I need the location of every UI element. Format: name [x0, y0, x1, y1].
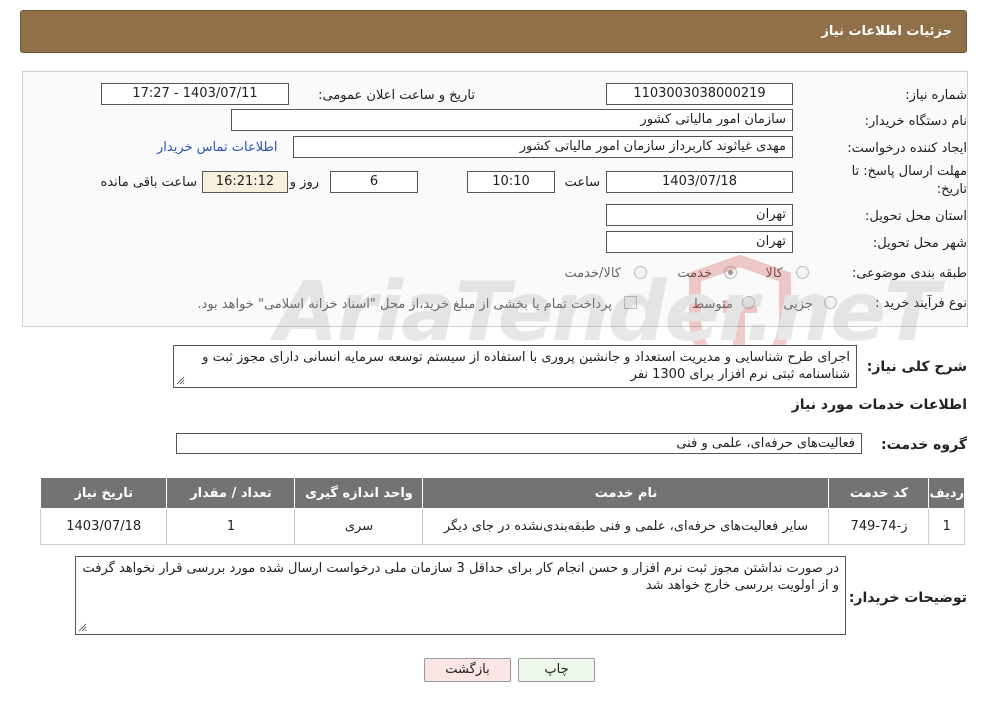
services-section-title: اطلاعات خدمات مورد نیاز: [791, 397, 967, 413]
cell-unit: سری: [294, 508, 424, 545]
page-title: جزئیات اطلاعات نیاز: [821, 24, 952, 39]
treasury-payment-checkbox[interactable]: [624, 296, 637, 309]
buyer-label: نام دستگاه خریدار:: [864, 114, 967, 129]
service-group-label: گروه خدمت:: [881, 437, 967, 453]
deadline-label: مهلت ارسال پاسخ: تا: [851, 164, 967, 179]
remaining-time-label: ساعت باقی مانده: [100, 175, 197, 190]
process-label: نوع فرآیند خرید :: [875, 296, 967, 311]
col-header-need-date: تاریخ نیاز: [39, 477, 168, 509]
services-table: ردیف کد خدمت نام خدمت واحد اندازه گیری ت…: [39, 477, 965, 545]
deadline-date-field: 1403/07/18: [606, 171, 793, 193]
category-radio-goods[interactable]: [796, 266, 809, 279]
creator-label: ایجاد کننده درخواست:: [847, 141, 967, 156]
buyer-notes-text: در صورت نداشتن مجوز ثبت نرم افزار و حسن …: [82, 561, 839, 593]
cell-service-name: سایر فعالیت‌های حرفه‌ای، علمی و فنی طبقه…: [422, 508, 830, 545]
process-radio-minor[interactable]: [824, 296, 837, 309]
description-textarea: اجرای طرح شناسایی و مدیریت استعداد و جان…: [173, 345, 857, 388]
treasury-payment-note: پرداخت تمام یا بخشی از مبلغ خرید،از محل …: [197, 297, 612, 312]
table-row: 1 ز-74-749 سایر فعالیت‌های حرفه‌ای، علمی…: [39, 508, 965, 545]
cell-need-date: 1403/07/18: [39, 508, 168, 545]
buyer-contact-link[interactable]: اطلاعات تماس خریدار: [157, 140, 277, 155]
cell-row-number: 1: [928, 508, 965, 545]
need-number-label: شماره نیاز:: [905, 88, 967, 103]
col-header-service-name: نام خدمت: [422, 477, 830, 509]
buyer-notes-label: توضیحات خریدار:: [848, 590, 967, 606]
category-radio-service[interactable]: [724, 266, 737, 279]
days-remaining-field: 6: [330, 171, 418, 193]
city-label: شهر محل تحویل:: [872, 236, 967, 251]
process-radio-medium[interactable]: [742, 296, 755, 309]
process-option-minor: جزیی: [783, 297, 813, 312]
back-button[interactable]: بازگشت: [424, 658, 511, 682]
col-header-unit: واحد اندازه گیری: [294, 477, 424, 509]
remaining-time-field: 16:21:12: [202, 171, 288, 193]
col-header-row-number: ردیف: [928, 477, 965, 509]
deadline-time-field: 10:10: [467, 171, 555, 193]
need-number-field: 1103003038000219: [606, 83, 793, 105]
category-label: طبقه بندی موضوعی:: [851, 266, 967, 281]
deadline-label-date: تاریخ:: [936, 182, 967, 197]
service-group-field: فعالیت‌های حرفه‌ای، علمی و فنی: [176, 433, 862, 454]
col-header-quantity: تعداد / مقدار: [166, 477, 296, 509]
cell-quantity: 1: [166, 508, 296, 545]
province-label: استان محل تحویل:: [865, 209, 967, 224]
col-header-service-code: کد خدمت: [828, 477, 930, 509]
days-label: روز و: [289, 175, 319, 190]
announce-datetime-field: 1403/07/11 - 17:27: [101, 83, 289, 105]
description-text: اجرای طرح شناسایی و مدیریت استعداد و جان…: [202, 350, 850, 382]
description-label: شرح کلی نیاز:: [866, 359, 967, 375]
creator-field: مهدی غیاثوند کاربرداز سازمان امور مالیات…: [293, 136, 793, 158]
announce-label: تاریخ و ساعت اعلان عمومی:: [318, 88, 475, 103]
table-header-row: ردیف کد خدمت نام خدمت واحد اندازه گیری ت…: [39, 477, 965, 509]
category-option-goods: کالا: [765, 266, 783, 281]
city-field: تهران: [606, 231, 793, 253]
buyer-org-field: سازمان امور مالیاتی کشور: [231, 109, 793, 131]
resize-handle-icon[interactable]: [78, 623, 87, 632]
category-option-goods-service: کالا/خدمت: [564, 266, 621, 281]
page-header: جزئیات اطلاعات نیاز: [20, 10, 967, 53]
resize-handle-icon[interactable]: [176, 376, 185, 385]
deadline-time-label: ساعت: [564, 175, 600, 190]
print-button[interactable]: چاپ: [518, 658, 595, 682]
cell-service-code: ز-74-749: [828, 508, 930, 545]
buyer-notes-textarea: در صورت نداشتن مجوز ثبت نرم افزار و حسن …: [75, 556, 846, 635]
category-option-service: خدمت: [677, 266, 712, 281]
province-field: تهران: [606, 204, 793, 226]
process-option-medium: متوسط: [692, 297, 733, 312]
category-radio-goods-service[interactable]: [634, 266, 647, 279]
